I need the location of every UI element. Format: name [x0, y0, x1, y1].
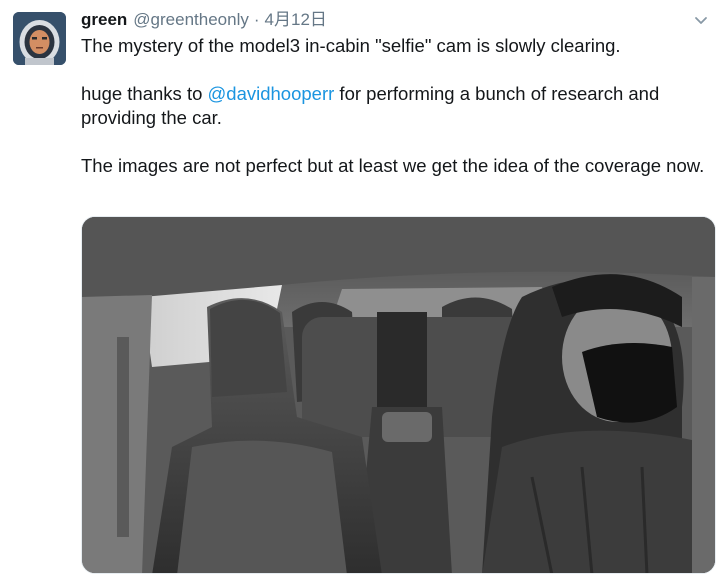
- tweet-text: The mystery of the model3 in-cabin "self…: [81, 34, 711, 178]
- author-name[interactable]: green: [81, 8, 127, 32]
- tweet-media-image[interactable]: [81, 216, 716, 574]
- tweet-menu-button[interactable]: [693, 12, 709, 28]
- mention-link[interactable]: @davidhooperr: [208, 83, 335, 104]
- tweet-content: green @greentheonly · 4月12日 The mystery …: [81, 8, 711, 178]
- astronaut-avatar-icon: [13, 12, 66, 65]
- tweet-paragraph-3: The images are not perfect but at least …: [81, 155, 705, 176]
- tweet-header: green @greentheonly · 4月12日: [81, 8, 711, 32]
- header-separator: ·: [253, 10, 260, 29]
- chevron-down-icon: [695, 17, 707, 24]
- tweet-paragraph-2: huge thanks to @davidhooperr for perform…: [81, 82, 711, 130]
- author-handle[interactable]: @greentheonly: [133, 8, 249, 32]
- paragraph-2-prefix: huge thanks to: [81, 83, 208, 104]
- tweet-date[interactable]: 4月12日: [265, 8, 327, 32]
- tweet-paragraph-1: The mystery of the model3 in-cabin "self…: [81, 35, 621, 56]
- car-interior-photo: [82, 217, 715, 573]
- tweet-card: green @greentheonly · 4月12日 The mystery …: [0, 0, 723, 582]
- avatar[interactable]: [13, 12, 66, 65]
